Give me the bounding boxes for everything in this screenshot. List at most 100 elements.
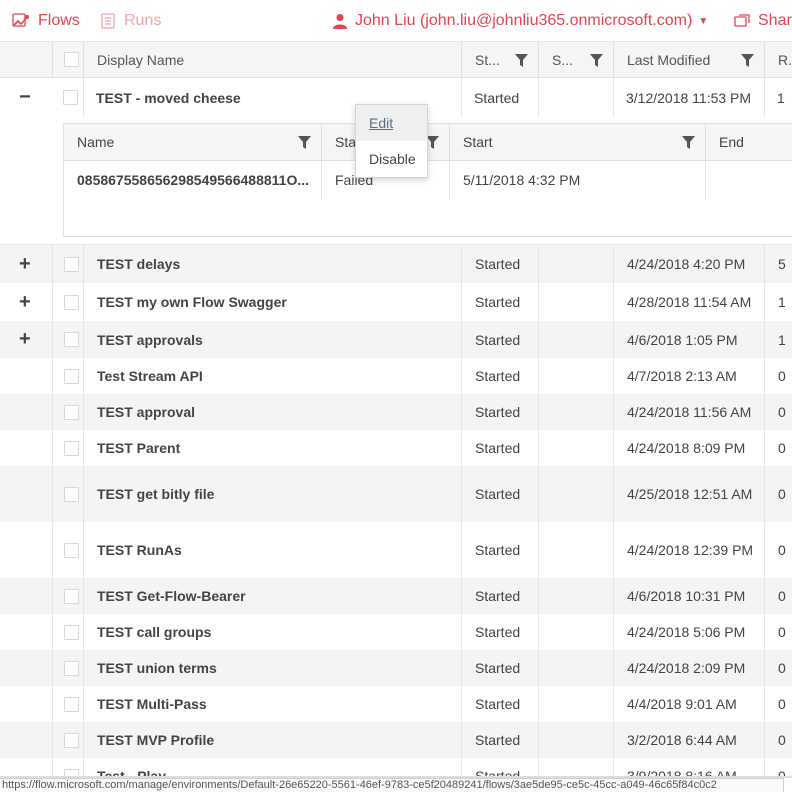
flow-name[interactable]: TEST Multi-Pass bbox=[83, 686, 461, 722]
row-checkbox[interactable] bbox=[64, 404, 79, 420]
column-header-state: S... bbox=[552, 51, 574, 68]
row-select-cell[interactable] bbox=[52, 321, 83, 358]
row-checkbox[interactable] bbox=[64, 486, 79, 502]
column-header-display-name: Display Name bbox=[97, 51, 185, 68]
row-select-cell[interactable] bbox=[52, 686, 83, 722]
table-row[interactable]: TEST get bitly file Started 4/25/2018 12:5… bbox=[0, 466, 792, 522]
table-row[interactable]: TEST Multi-Pass Started 4/4/2018 9:01 AM 0 bbox=[0, 686, 792, 722]
row-checkbox[interactable] bbox=[64, 624, 79, 640]
expand-button[interactable]: + bbox=[0, 321, 52, 358]
expand-button[interactable] bbox=[0, 614, 52, 650]
row-select-cell[interactable] bbox=[52, 650, 83, 686]
row-select-cell[interactable] bbox=[52, 394, 83, 430]
menu-item-edit[interactable]: Edit bbox=[356, 105, 427, 141]
row-select-cell[interactable] bbox=[52, 430, 83, 466]
flow-name[interactable]: TEST Parent bbox=[83, 430, 461, 466]
row-checkbox[interactable] bbox=[64, 660, 79, 676]
header-display-name[interactable]: Display Name bbox=[83, 42, 461, 77]
row-select-cell[interactable] bbox=[52, 522, 83, 578]
expand-button[interactable]: + bbox=[0, 245, 52, 283]
expand-button[interactable] bbox=[0, 430, 52, 466]
row-checkbox[interactable] bbox=[64, 588, 79, 604]
expand-button[interactable] bbox=[0, 578, 52, 614]
flow-name[interactable]: TEST Get-Flow-Bearer bbox=[83, 578, 461, 614]
run-header-end[interactable]: End bbox=[705, 124, 792, 160]
menu-item-disable[interactable]: Disable bbox=[356, 141, 427, 177]
row-select-cell[interactable] bbox=[52, 245, 83, 283]
row-select-cell[interactable] bbox=[52, 578, 83, 614]
flow-name[interactable]: TEST union terms bbox=[83, 650, 461, 686]
header-select-all[interactable] bbox=[52, 42, 83, 77]
run-history-header: Name Stat Start End bbox=[64, 124, 792, 161]
expand-button[interactable] bbox=[0, 466, 52, 522]
row-checkbox[interactable] bbox=[64, 368, 79, 384]
flow-name[interactable]: TEST my own Flow Swagger bbox=[83, 283, 461, 321]
table-row[interactable]: + TEST approvals Started 4/6/2018 1:05 PM 1 bbox=[0, 321, 792, 358]
flow-name[interactable]: Test Stream API bbox=[83, 358, 461, 394]
expand-button[interactable] bbox=[0, 522, 52, 578]
filter-icon[interactable] bbox=[682, 136, 695, 149]
header-state[interactable]: S... bbox=[538, 42, 613, 77]
flow-name[interactable]: TEST call groups bbox=[83, 614, 461, 650]
flow-name[interactable]: TEST RunAs bbox=[83, 522, 461, 578]
row-select-cell[interactable] bbox=[52, 78, 83, 117]
table-row[interactable]: TEST call groups Started 4/24/2018 5:06 PM… bbox=[0, 614, 792, 650]
row-select-cell[interactable] bbox=[52, 283, 83, 321]
flow-name[interactable]: TEST approval bbox=[83, 394, 461, 430]
table-row[interactable]: Test - Play Started 3/9/2018 8:16 AM 0 bbox=[0, 758, 792, 776]
select-all-checkbox[interactable] bbox=[64, 52, 79, 67]
column-header-run-end: End bbox=[719, 134, 744, 150]
flow-name[interactable]: TEST approvals bbox=[83, 321, 461, 358]
row-checkbox[interactable] bbox=[64, 732, 79, 748]
runs-tab[interactable]: Runs bbox=[100, 12, 161, 30]
row-checkbox[interactable] bbox=[64, 332, 79, 347]
row-select-cell[interactable] bbox=[52, 722, 83, 758]
run-header-name[interactable]: Name bbox=[64, 124, 321, 160]
filter-icon[interactable] bbox=[515, 54, 528, 67]
run-header-start[interactable]: Start bbox=[449, 124, 705, 160]
row-select-cell[interactable] bbox=[52, 758, 83, 776]
row-checkbox[interactable] bbox=[64, 696, 79, 712]
expand-button[interactable] bbox=[0, 722, 52, 758]
expand-button[interactable] bbox=[0, 758, 52, 776]
collapse-button[interactable]: − bbox=[0, 78, 52, 117]
row-checkbox[interactable] bbox=[64, 440, 79, 456]
filter-icon[interactable] bbox=[298, 136, 311, 149]
filter-icon[interactable] bbox=[590, 54, 603, 67]
expand-button[interactable]: + bbox=[0, 283, 52, 321]
header-runs[interactable]: R. bbox=[764, 42, 792, 77]
flow-name[interactable]: TEST MVP Profile bbox=[83, 722, 461, 758]
table-row[interactable]: Test Stream API Started 4/7/2018 2:13 AM 0 bbox=[0, 358, 792, 394]
flow-name[interactable]: Test - Play bbox=[83, 758, 461, 776]
table-row[interactable]: + TEST my own Flow Swagger Started 4/28/201… bbox=[0, 283, 792, 321]
flow-name[interactable]: TEST get bitly file bbox=[83, 466, 461, 522]
run-row[interactable]: 085867558656298549566488811О... Failed 5… bbox=[64, 161, 792, 199]
table-row[interactable]: TEST RunAs Started 4/24/2018 12:39 PM 0 bbox=[0, 522, 792, 578]
table-row[interactable]: TEST Get-Flow-Bearer Started 4/6/2018 10:3… bbox=[0, 578, 792, 614]
expand-button[interactable] bbox=[0, 650, 52, 686]
table-row[interactable]: TEST Parent Started 4/24/2018 8:09 PM 0 bbox=[0, 430, 792, 466]
row-checkbox[interactable] bbox=[64, 294, 79, 310]
table-row[interactable]: TEST MVP Profile Started 3/2/2018 6:44 AM 0 bbox=[0, 722, 792, 758]
row-select-cell[interactable] bbox=[52, 466, 83, 522]
expand-button[interactable] bbox=[0, 686, 52, 722]
share-button[interactable]: Share bbox=[734, 12, 792, 30]
filter-icon[interactable] bbox=[741, 54, 754, 67]
row-select-cell[interactable] bbox=[52, 614, 83, 650]
run-name[interactable]: 085867558656298549566488811О... bbox=[64, 161, 321, 199]
flows-tab[interactable]: Flows bbox=[12, 12, 80, 30]
header-status[interactable]: St... bbox=[461, 42, 538, 77]
row-checkbox[interactable] bbox=[64, 542, 79, 558]
user-menu[interactable]: John Liu (john.liu@johnliu365.onmicrosof… bbox=[333, 12, 708, 30]
row-checkbox[interactable] bbox=[63, 90, 78, 105]
table-row[interactable]: TEST union terms Started 4/24/2018 2:09 PM… bbox=[0, 650, 792, 686]
row-select-cell[interactable] bbox=[52, 358, 83, 394]
expand-button[interactable] bbox=[0, 358, 52, 394]
expand-button[interactable] bbox=[0, 394, 52, 430]
header-last-modified[interactable]: Last Modified bbox=[613, 42, 764, 77]
table-row[interactable]: TEST approval Started 4/24/2018 11:56 AM 0 bbox=[0, 394, 792, 430]
row-checkbox[interactable] bbox=[64, 768, 79, 776]
row-checkbox[interactable] bbox=[64, 256, 79, 272]
flow-name[interactable]: TEST delays bbox=[83, 245, 461, 283]
table-row[interactable]: + TEST delays Started 4/24/2018 4:20 PM 5 bbox=[0, 245, 792, 283]
